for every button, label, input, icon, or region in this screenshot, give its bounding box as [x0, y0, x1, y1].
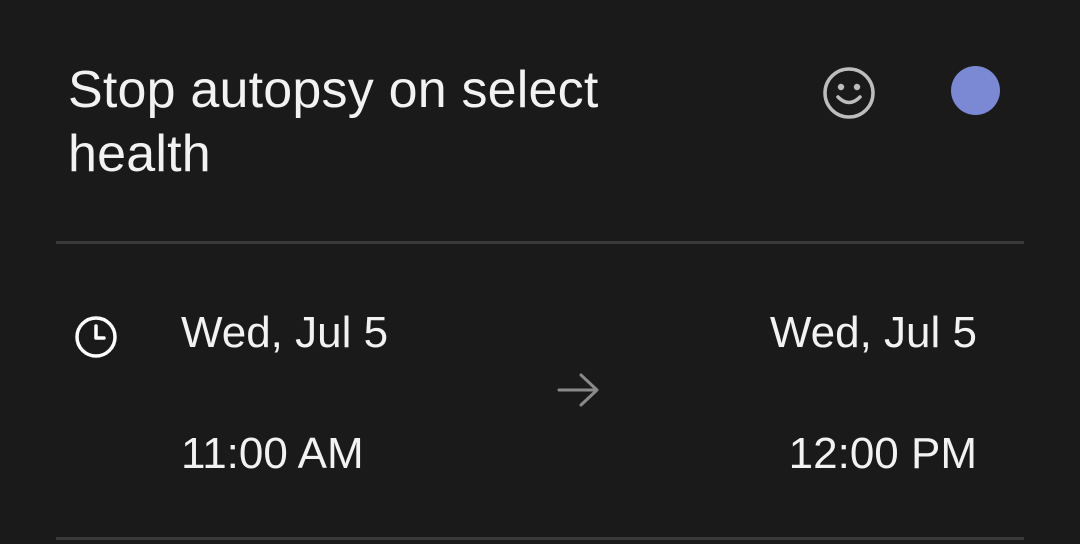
- clock-icon: [75, 316, 117, 358]
- start-time[interactable]: 11:00 AM: [181, 428, 364, 480]
- arrow-right-icon: [557, 373, 599, 407]
- emoji-button[interactable]: [820, 64, 878, 122]
- event-title[interactable]: Stop autopsy on select health: [68, 58, 708, 186]
- end-time[interactable]: 12:00 PM: [789, 428, 977, 480]
- divider: [56, 537, 1024, 540]
- start-date[interactable]: Wed, Jul 5: [181, 307, 388, 359]
- divider: [56, 241, 1024, 244]
- event-color-button[interactable]: [951, 66, 1000, 115]
- smiley-face-icon: [823, 67, 875, 119]
- end-date[interactable]: Wed, Jul 5: [770, 307, 977, 359]
